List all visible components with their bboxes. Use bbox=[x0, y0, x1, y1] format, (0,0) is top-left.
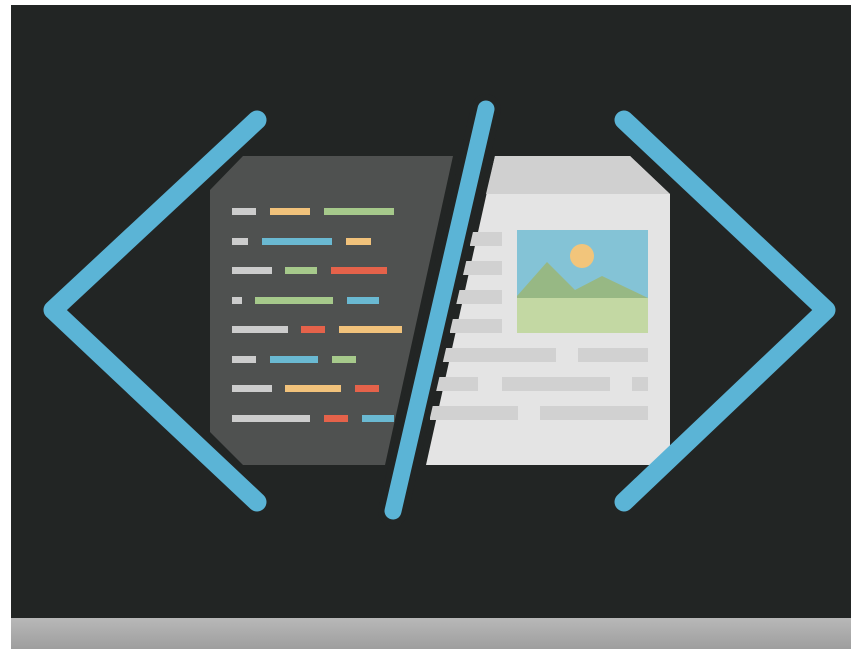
code-token bbox=[324, 208, 394, 215]
text-bar bbox=[632, 377, 648, 391]
code-token bbox=[331, 267, 387, 274]
text-bar bbox=[430, 406, 518, 420]
text-bar bbox=[436, 377, 478, 391]
page-header-bar bbox=[486, 156, 670, 194]
code-token bbox=[270, 208, 310, 215]
code-token bbox=[232, 326, 288, 333]
text-bar bbox=[442, 348, 556, 362]
text-bar bbox=[470, 232, 502, 246]
code-token bbox=[339, 326, 402, 333]
text-bar bbox=[578, 348, 648, 362]
text-bar bbox=[540, 406, 648, 420]
code-to-webpage-illustration bbox=[43, 94, 836, 526]
code-token bbox=[270, 356, 318, 363]
sun-icon bbox=[570, 244, 594, 268]
code-token bbox=[232, 356, 256, 363]
code-token bbox=[262, 238, 332, 245]
text-bar bbox=[450, 319, 502, 333]
text-bar bbox=[462, 261, 502, 275]
picture-icon bbox=[517, 230, 648, 333]
code-token bbox=[232, 297, 242, 304]
code-token bbox=[285, 385, 341, 392]
code-token bbox=[362, 415, 394, 422]
code-token bbox=[355, 385, 379, 392]
text-bar bbox=[456, 290, 502, 304]
code-token bbox=[324, 415, 348, 422]
code-token bbox=[232, 415, 310, 422]
code-token bbox=[255, 297, 333, 304]
code-token bbox=[346, 238, 371, 245]
picture-ground bbox=[517, 298, 648, 333]
code-token bbox=[232, 208, 256, 215]
code-token bbox=[232, 238, 248, 245]
code-token bbox=[232, 267, 272, 274]
illustration-canvas bbox=[0, 0, 853, 649]
code-token bbox=[285, 267, 317, 274]
text-bar bbox=[502, 377, 610, 391]
code-token bbox=[347, 297, 379, 304]
code-token bbox=[301, 326, 325, 333]
code-token bbox=[332, 356, 356, 363]
code-token bbox=[232, 385, 272, 392]
